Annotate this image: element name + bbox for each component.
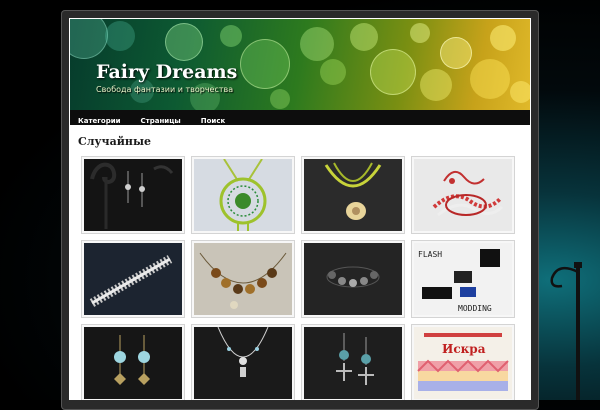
lariat-image — [414, 159, 512, 231]
shell-necklace-image — [304, 159, 402, 231]
blue-earrings-image — [84, 327, 182, 399]
site-tagline: Свобода фантазии и творчества — [96, 85, 234, 94]
earrings-image — [84, 159, 182, 231]
site-header-banner: Fairy Dreams Свобода фантазии и творчест… — [70, 19, 530, 110]
nav-item-pages[interactable]: Страницы — [133, 114, 189, 129]
thumb-dragonfly-earrings-dark[interactable] — [301, 324, 405, 400]
thumb-red-white-beaded-lariat[interactable] — [411, 156, 515, 234]
dragonfly-earrings-image — [304, 327, 402, 399]
thumb-dreamcatcher-pendant-green[interactable] — [191, 156, 295, 234]
nav-item-categories[interactable]: Категории — [70, 114, 129, 129]
thumb-dark-bead-bracelet[interactable] — [301, 240, 405, 318]
flash-text: FLASH — [418, 250, 442, 259]
dreamcatcher-image — [194, 159, 292, 231]
thumb-brown-bead-bracelet[interactable] — [191, 240, 295, 318]
silver-necklace-image — [194, 327, 292, 399]
iskra-text: Искра — [442, 342, 486, 356]
modding-text: MODDING — [458, 304, 492, 313]
section-title: Случайные — [78, 135, 151, 148]
thumb-flash-modding[interactable]: FLASH MODDING — [411, 240, 515, 318]
main-navigation: Категории Страницы Поиск — [70, 110, 530, 125]
thumb-silver-chain-necklace[interactable] — [191, 324, 295, 400]
silver-bracelet-image — [84, 243, 182, 315]
random-gallery-grid: FLASH MODDING Искра — [81, 156, 515, 400]
thumb-beaded-bracelet-silver[interactable] — [81, 240, 185, 318]
flash-modding-image: FLASH MODDING — [414, 243, 512, 315]
thumb-blue-bead-earrings[interactable] — [81, 324, 185, 400]
iskra-bracelet-image: Искра — [414, 327, 512, 399]
thumb-shell-necklace-yellow[interactable] — [301, 156, 405, 234]
street-lamp-decoration — [550, 262, 582, 400]
nav-item-search[interactable]: Поиск — [193, 114, 233, 129]
brown-bracelet-image — [194, 243, 292, 315]
thumb-earrings-dark-stand[interactable] — [81, 156, 185, 234]
thumb-iskra-pattern-bracelet[interactable]: Искра — [411, 324, 515, 400]
dark-bracelet-image — [304, 243, 402, 315]
page-container: Fairy Dreams Свобода фантазии и творчест… — [69, 18, 531, 400]
site-title[interactable]: Fairy Dreams — [96, 61, 237, 83]
